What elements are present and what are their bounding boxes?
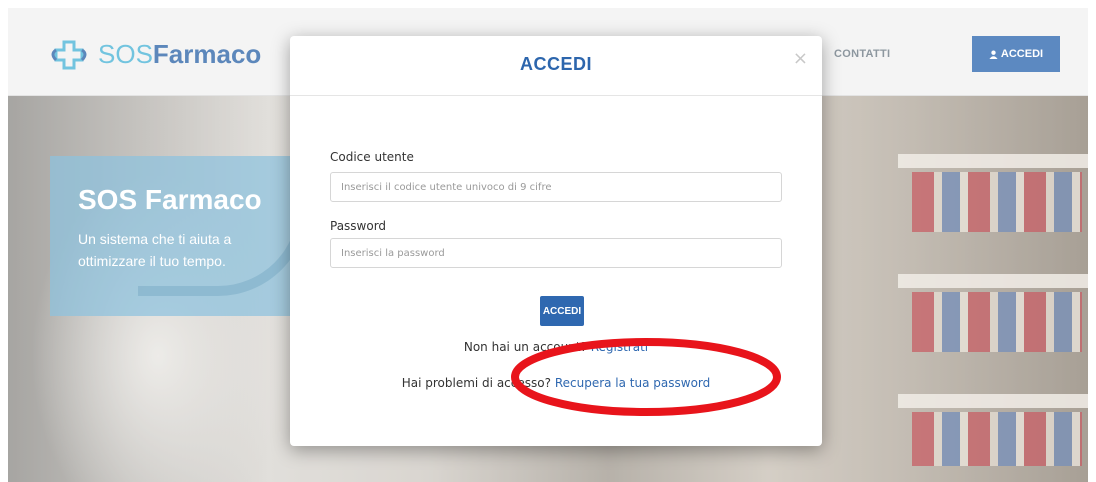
password-label: Password bbox=[330, 219, 387, 233]
signup-line: Non hai un account? Registrati bbox=[290, 340, 822, 354]
recover-prefix: Hai problemi di accesso? bbox=[401, 376, 551, 390]
signup-prefix: Non hai un account? bbox=[463, 340, 587, 354]
recover-line: Hai problemi di accesso? Recupera la tua… bbox=[290, 376, 822, 390]
close-icon[interactable]: × bbox=[793, 48, 808, 69]
user-code-label: Codice utente bbox=[330, 150, 414, 164]
signup-link[interactable]: Registrati bbox=[591, 340, 648, 354]
login-submit-button[interactable]: ACCEDI bbox=[540, 296, 584, 326]
modal-title: ACCEDI bbox=[519, 54, 592, 74]
modal-header: ACCEDI × bbox=[290, 36, 822, 96]
recover-password-link[interactable]: Recupera la tua password bbox=[555, 376, 710, 390]
login-modal: ACCEDI × Codice utente Password ACCEDI N… bbox=[290, 36, 822, 446]
password-input[interactable] bbox=[330, 238, 782, 268]
user-code-input[interactable] bbox=[330, 172, 782, 202]
